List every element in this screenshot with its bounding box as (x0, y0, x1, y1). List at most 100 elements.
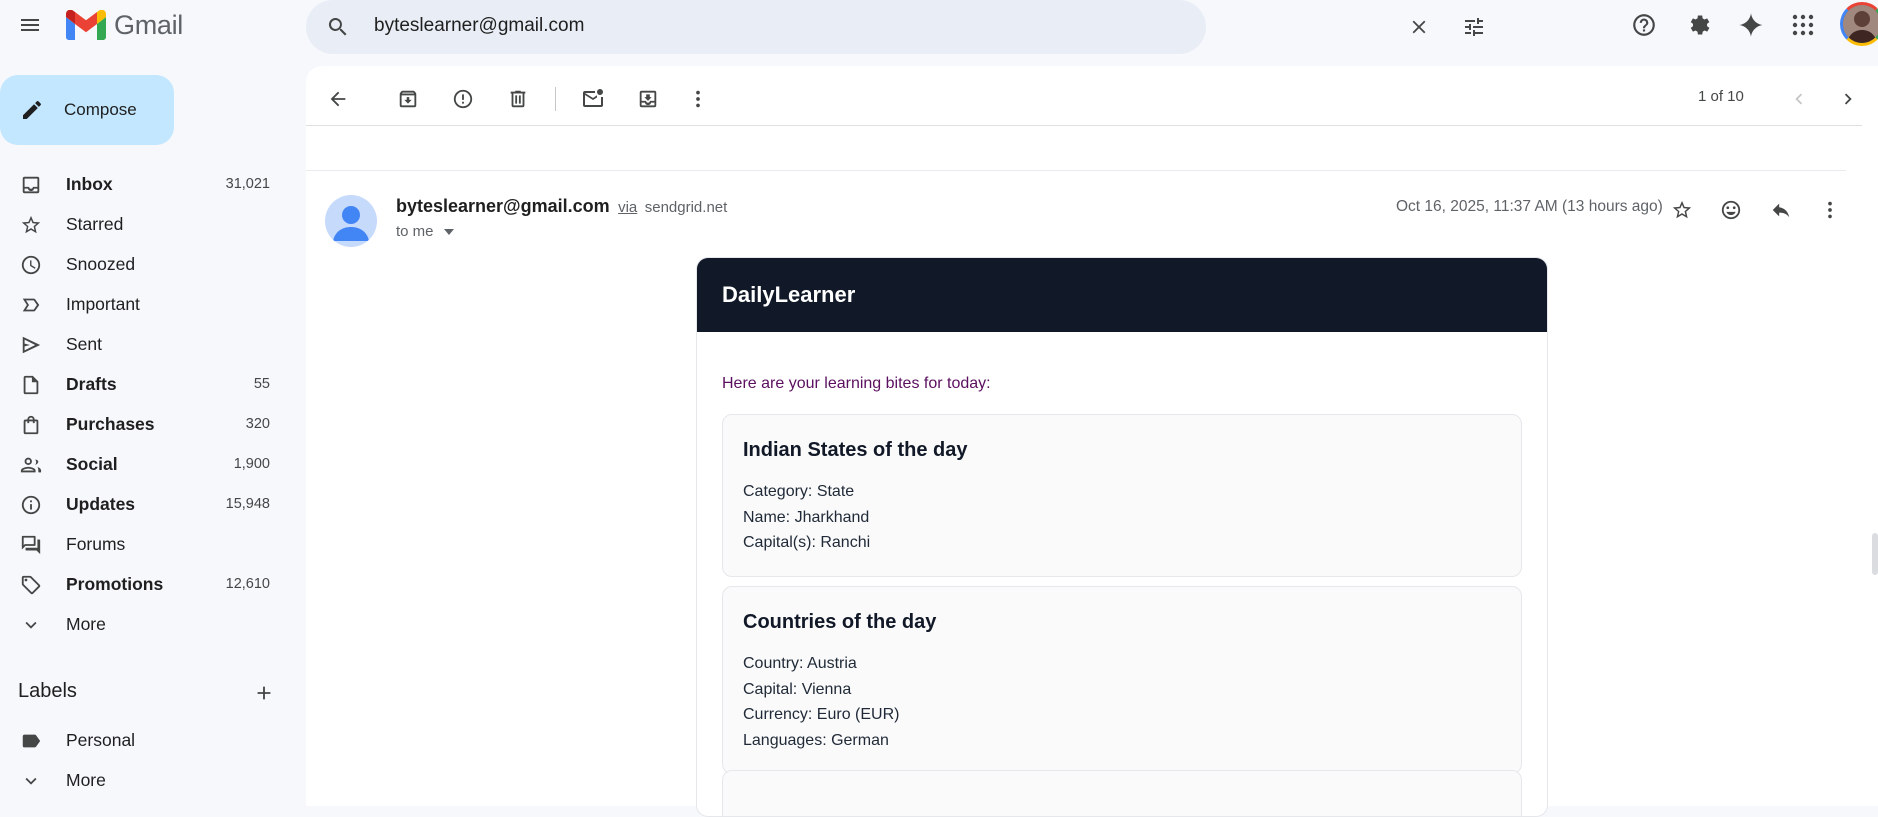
label-personal[interactable]: Personal (0, 720, 290, 760)
close-icon (1412, 20, 1426, 34)
search-button[interactable] (324, 13, 352, 41)
sidebar-item-drafts[interactable]: Drafts 55 (0, 364, 290, 404)
sidebar-item-promotions[interactable]: Promotions 12,610 (0, 564, 290, 604)
label-icon (20, 730, 42, 752)
sidebar-item-sent[interactable]: Sent (0, 324, 290, 364)
mark-unread-button[interactable] (576, 82, 610, 116)
sidebar-item-forums[interactable]: Forums (0, 524, 290, 564)
emoji-icon (1721, 200, 1741, 220)
label-name: More (66, 770, 106, 790)
labels-heading: Labels (18, 680, 77, 702)
compose-label: Compose (64, 100, 137, 119)
label-name: Personal (66, 730, 136, 750)
sidebar-item-important[interactable]: Important (0, 284, 290, 324)
unread-count: 12,610 (225, 576, 270, 592)
sender-email[interactable]: byteslearner@gmail.com (396, 196, 610, 216)
gmail-logo[interactable]: Gmail (66, 8, 183, 42)
person-icon (333, 206, 369, 241)
clock-icon (20, 254, 42, 276)
bite-line: Capital: Vienna (743, 680, 852, 698)
bite-line: Languages: German (743, 731, 889, 749)
caret-down-icon (443, 228, 454, 235)
message-view: 1 of 10 byteslearner@gmail.com via sendg… (306, 66, 1878, 817)
create-label-button[interactable] (250, 679, 278, 707)
sidebar-item-inbox[interactable]: Inbox 31,021 (0, 164, 290, 204)
account-avatar[interactable] (1840, 2, 1878, 46)
show-details-button[interactable] (442, 225, 456, 239)
sidebar-item-social[interactable]: Social 1,900 (0, 444, 290, 484)
trash-icon (510, 90, 526, 108)
sidebar-item-purchases[interactable]: Purchases 320 (0, 404, 290, 444)
pagination-count: 1 of 10 (1698, 88, 1744, 105)
sparkle-icon (1739, 13, 1763, 37)
sender-info: byteslearner@gmail.com via sendgrid.net (396, 196, 727, 217)
gemini-button[interactable] (1731, 5, 1771, 45)
help-button[interactable] (1624, 5, 1664, 45)
gear-icon (1690, 15, 1710, 35)
star-outline-icon (1672, 200, 1692, 219)
google-apps-button[interactable] (1783, 5, 1823, 45)
clear-search-button[interactable] (1402, 10, 1436, 44)
unread-count: 15,948 (225, 496, 270, 512)
search-options-button[interactable] (1457, 10, 1491, 44)
sidebar-item-updates[interactable]: Updates 15,948 (0, 484, 290, 524)
star-icon (20, 214, 42, 236)
scrollbar-thumb[interactable] (1872, 533, 1878, 575)
search-bar (306, 0, 1483, 54)
message-more-button[interactable] (1812, 192, 1848, 228)
back-to-inbox-button[interactable] (321, 82, 355, 116)
main-menu-button[interactable] (10, 5, 50, 45)
message-date: Oct 16, 2025, 11:37 AM (13 hours ago) (1396, 198, 1663, 215)
learning-bite-card-partial (722, 770, 1522, 816)
archive-button[interactable] (391, 82, 425, 116)
toolbar-divider (555, 87, 556, 111)
email-intro-text: Here are your learning bites for today: (722, 375, 991, 392)
older-button[interactable] (1831, 82, 1865, 116)
sidebar-item-label: Snoozed (66, 254, 136, 274)
settings-button[interactable] (1679, 5, 1719, 45)
search-icon (328, 18, 347, 36)
sidebar-item-label: Drafts (66, 374, 117, 394)
via-link[interactable]: via (618, 199, 637, 216)
bite-title: Indian States of the day (743, 439, 968, 461)
sidebar-item-label: Purchases (66, 414, 155, 434)
report-spam-button[interactable] (446, 82, 480, 116)
sender-avatar[interactable] (325, 195, 377, 247)
subject-divider-line (306, 170, 1846, 171)
bite-line: Capital(s): Ranchi (743, 534, 871, 551)
gmail-wordmark: Gmail (114, 9, 184, 40)
compose-icon-wrap (18, 96, 46, 124)
sidebar-item-label: Starred (66, 214, 124, 234)
search-input[interactable] (374, 10, 1074, 42)
via-domain: sendgrid.net (644, 199, 728, 216)
sidebar-item-snoozed[interactable]: Snoozed (0, 244, 290, 284)
move-to-button[interactable] (631, 82, 665, 116)
arrow-back-icon (330, 91, 346, 107)
email-body-card: DailyLearner Here are your learning bite… (696, 257, 1548, 817)
sidebar-item-label: Social (66, 454, 118, 474)
inbox-icon (20, 174, 42, 196)
add-reaction-button[interactable] (1713, 192, 1749, 228)
send-icon (20, 334, 42, 356)
chevron-down-icon (20, 770, 42, 792)
sidebar-item-starred[interactable]: Starred (0, 204, 290, 244)
star-message-button[interactable] (1664, 192, 1700, 228)
user-photo-icon (1843, 5, 1878, 43)
pencil-icon (23, 100, 41, 119)
sidebar-item-more[interactable]: More (0, 604, 290, 644)
unread-count: 320 (245, 416, 270, 432)
recipient-text: to me (396, 223, 434, 240)
reply-button[interactable] (1763, 192, 1799, 228)
learning-bite-card: Indian States of the day Category: State… (722, 414, 1522, 577)
hamburger-menu-icon (21, 19, 39, 31)
sidebar-item-label: More (66, 614, 106, 634)
more-actions-button[interactable] (681, 82, 715, 116)
compose-button[interactable]: Compose (0, 75, 174, 145)
delete-button[interactable] (501, 82, 535, 116)
labels-more[interactable]: More (0, 760, 290, 800)
bite-line: Category: State (743, 483, 855, 500)
newer-button[interactable] (1782, 82, 1816, 116)
reply-icon (1772, 203, 1790, 218)
recipient-line: to me (396, 223, 456, 240)
email-brand-name: DailyLearner (722, 282, 856, 307)
